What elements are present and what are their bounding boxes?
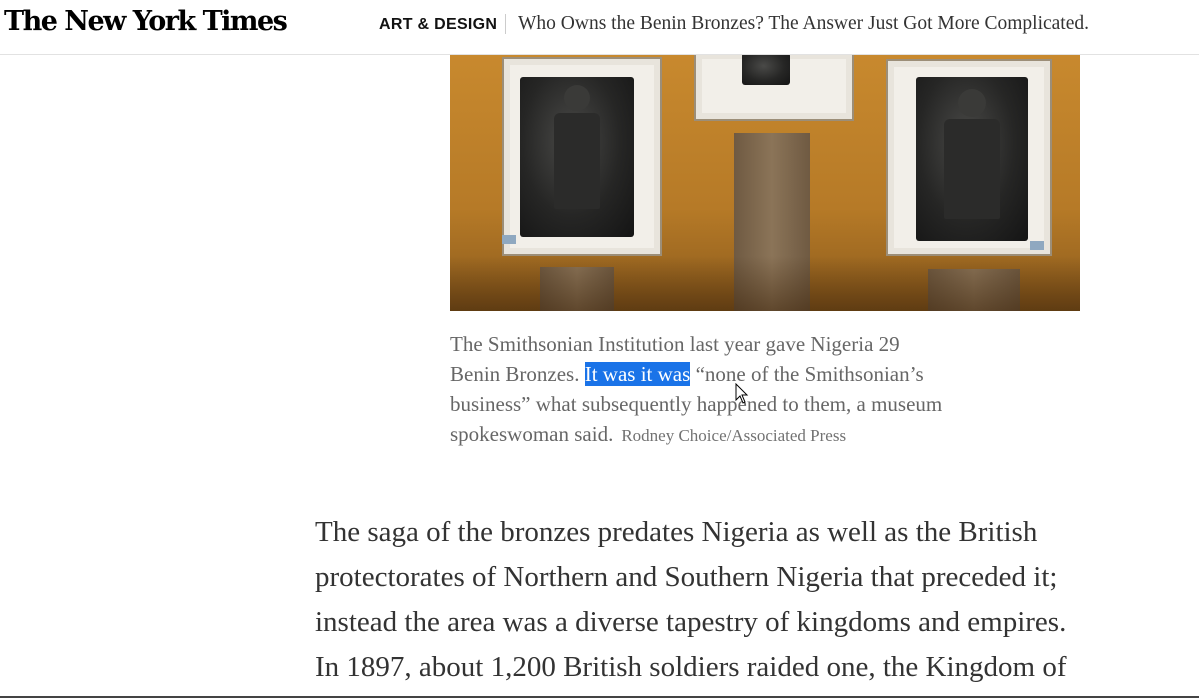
- article-line-1: The saga of the bronzes predates Nigeria…: [315, 516, 1038, 548]
- caption-line-4-text: spokeswoman said.: [450, 422, 614, 446]
- caption-line-2-start: Benin Bronzes.: [450, 362, 585, 386]
- left-label-tag: [502, 235, 516, 244]
- selected-text[interactable]: It was it was: [584, 362, 691, 386]
- article-photo: [450, 55, 1080, 311]
- right-figure-body: [944, 119, 1000, 219]
- article-line-4: In 1897, about 1,200 British soldiers ra…: [315, 651, 1067, 683]
- photo-caption: The Smithsonian Institution last year ga…: [450, 329, 1070, 451]
- photo-credit: Rodney Choice/Associated Press: [621, 426, 847, 445]
- caption-line-3: business” what subsequently happened to …: [450, 392, 943, 416]
- left-figure-head: [564, 85, 590, 111]
- caption-line-2-end: “none of the Smithsonian’s: [690, 362, 924, 386]
- right-figure-head: [958, 89, 986, 117]
- mouse-pointer-icon: [735, 383, 749, 404]
- article-paragraph: The saga of the bronzes predates Nigeria…: [315, 510, 1199, 690]
- photo-floor-shadow: [450, 256, 1080, 311]
- right-label-tag: [1030, 241, 1044, 250]
- section-link[interactable]: ART & DESIGN: [379, 16, 497, 34]
- caption-line-2: Benin Bronzes. It was it was “none of th…: [450, 359, 1070, 389]
- header-divider: [505, 14, 506, 34]
- left-figure-body: [554, 113, 600, 209]
- caption-line-4: spokeswoman said. Rodney Choice/Associate…: [450, 419, 1070, 451]
- top-bar: The New York Times ART & DESIGN Who Owns…: [0, 0, 1199, 55]
- sticky-headline: Who Owns the Benin Bronzes? The Answer J…: [518, 13, 1090, 34]
- article-body: The saga of the bronzes predates Nigeria…: [315, 510, 1199, 690]
- article-line-3: instead the area was a diverse tapestry …: [315, 606, 1067, 638]
- caption-line-1: The Smithsonian Institution last year ga…: [450, 332, 900, 356]
- nyt-logo[interactable]: The New York Times: [4, 6, 288, 37]
- center-bronze-fragment: [742, 55, 790, 85]
- article-line-2: protectorates of Northern and Southern N…: [315, 561, 1058, 593]
